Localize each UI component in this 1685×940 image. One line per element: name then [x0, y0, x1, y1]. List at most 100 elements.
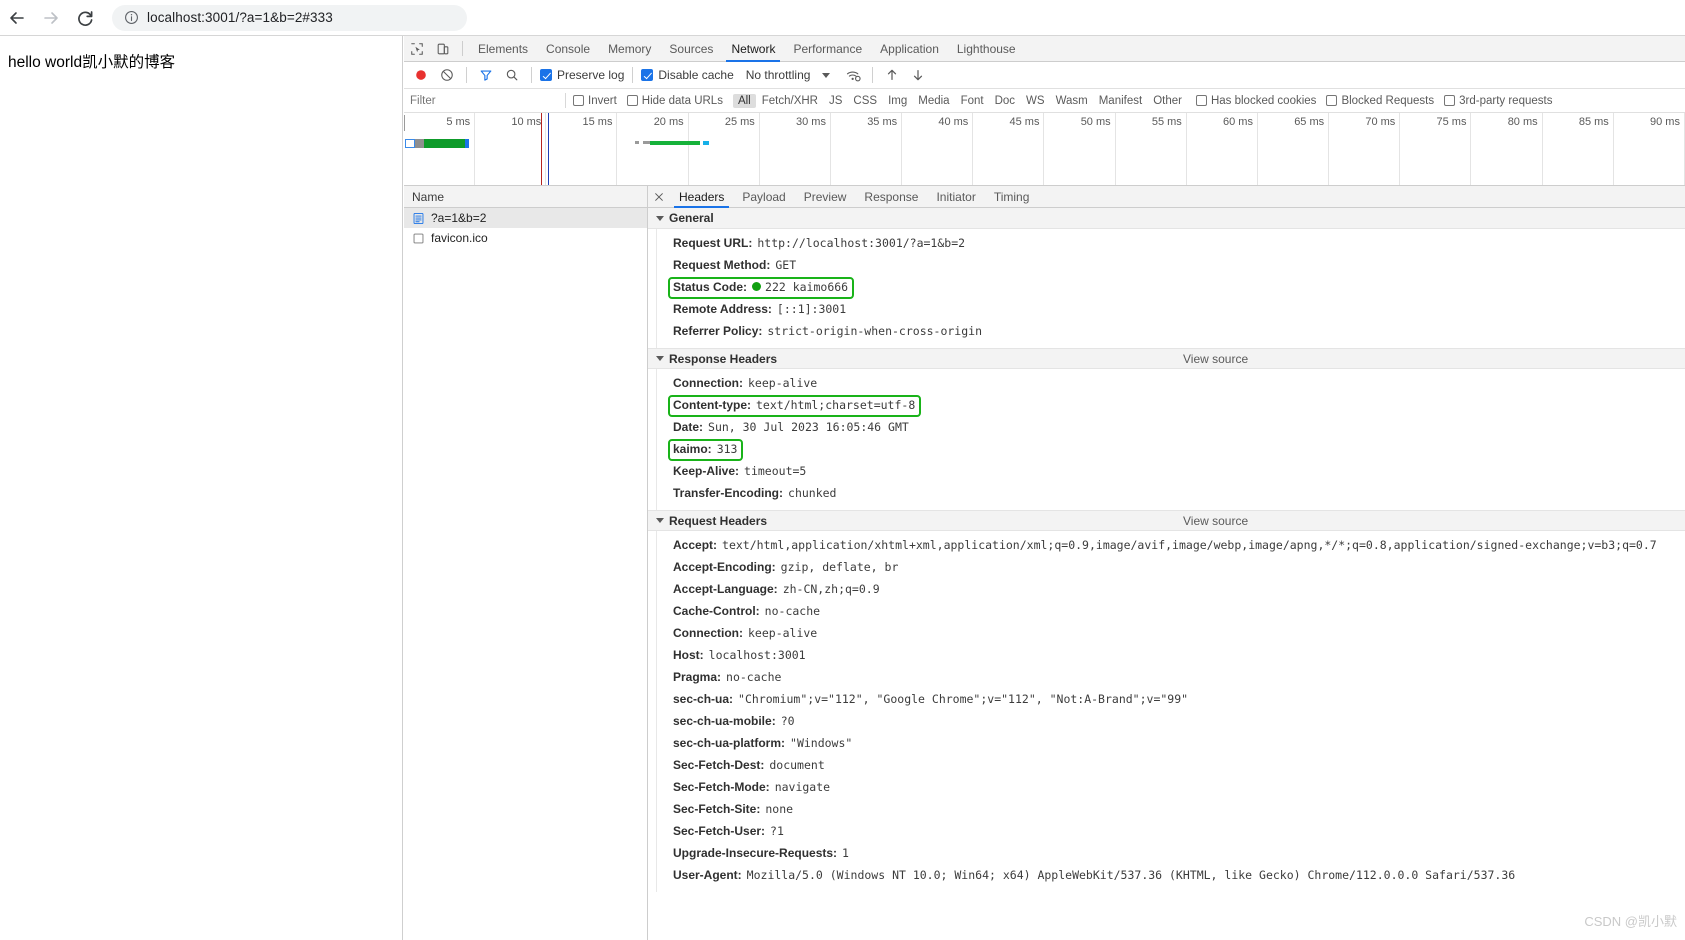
import-har-icon[interactable]	[879, 62, 905, 88]
chevron-down-icon	[656, 215, 664, 221]
header-row-inner: sec-ch-ua: "Chromium";v="112", "Google Ch…	[673, 692, 1188, 707]
chevron-down-icon[interactable]	[822, 72, 831, 78]
tab-memory-label: Memory	[608, 41, 652, 56]
generic-file-icon	[412, 232, 425, 245]
section-header-request-headers[interactable]: Request Headers View source	[648, 510, 1685, 531]
table-row[interactable]: ?a=1&b=2	[404, 208, 647, 228]
tab-application[interactable]: Application	[871, 36, 948, 61]
has-blocked-cookies-checkbox[interactable]: Has blocked cookies	[1195, 95, 1316, 107]
network-overview-timeline[interactable]: 5 ms 10 ms 15 ms 20 ms 25 ms 30 ms 35 ms 40 ms 4…	[404, 113, 1685, 186]
detail-tab-preview[interactable]: Preview	[795, 186, 856, 207]
preserve-log-label: Preserve log	[557, 68, 625, 82]
blocked-requests-checkbox[interactable]: Blocked Requests	[1326, 95, 1434, 107]
network-conditions-icon[interactable]	[840, 62, 866, 88]
header-value: Sun, 30 Jul 2023 16:05:46 GMT	[708, 419, 909, 434]
resource-type-all[interactable]: All	[732, 93, 756, 108]
request-list-header[interactable]: Name	[404, 186, 647, 208]
filter-icon[interactable]	[473, 62, 499, 88]
tab-elements[interactable]: Elements	[469, 36, 537, 61]
header-name: Request Method:	[673, 257, 771, 272]
view-source-response[interactable]: View source	[1183, 352, 1248, 366]
highlight-box: kaimo: 313	[667, 438, 744, 461]
header-value: keep-alive	[748, 625, 818, 640]
resource-type-img[interactable]: Img	[883, 94, 912, 108]
header-row-inner: Host: localhost:3001	[673, 648, 806, 663]
header-row-inner: Request Method: GET	[673, 258, 796, 273]
disable-cache-checkbox[interactable]: Disable cache	[639, 68, 735, 82]
section-header-response-headers[interactable]: Response Headers View source	[648, 348, 1685, 369]
header-row: Sec-Fetch-Mode: navigate	[657, 776, 1685, 798]
hide-data-urls-checkbox[interactable]: Hide data URLs	[626, 95, 723, 107]
resource-type-other[interactable]: Other	[1148, 94, 1187, 108]
has-blocked-cookies-box[interactable]	[1195, 95, 1207, 106]
filter-input[interactable]	[410, 94, 565, 107]
address-bar[interactable]: localhost:3001/?a=1&b=2#333	[112, 4, 467, 31]
forward-button[interactable]	[34, 1, 68, 35]
blocked-requests-box[interactable]	[1326, 95, 1338, 106]
resource-type-js[interactable]: JS	[824, 94, 847, 108]
third-party-requests-checkbox[interactable]: 3rd-party requests	[1444, 95, 1552, 107]
reload-button[interactable]	[68, 1, 102, 35]
header-value: navigate	[774, 779, 831, 794]
resource-type-doc[interactable]: Doc	[990, 94, 1020, 108]
invert-box[interactable]	[573, 95, 584, 106]
clear-icon[interactable]	[434, 62, 460, 88]
tab-memory[interactable]: Memory	[599, 36, 660, 61]
tab-network[interactable]: Network	[722, 36, 784, 62]
throttling-select[interactable]: No throttling	[746, 68, 811, 82]
tab-performance[interactable]: Performance	[784, 36, 871, 61]
header-row-inner: Accept-Encoding: gzip, deflate, br	[673, 560, 898, 575]
section-header-general[interactable]: General	[648, 208, 1685, 229]
resource-type-font[interactable]: Font	[956, 94, 989, 108]
timeline-tick-label: 40 ms	[938, 116, 969, 128]
resource-type-manifest[interactable]: Manifest	[1094, 94, 1147, 108]
chevron-down-icon	[656, 518, 664, 523]
preserve-log-checkbox[interactable]: Preserve log	[538, 68, 626, 82]
tab-sources[interactable]: Sources	[660, 36, 722, 61]
detail-tab-initiator[interactable]: Initiator	[927, 186, 984, 207]
header-name: Sec-Fetch-User:	[673, 823, 766, 838]
record-button[interactable]	[408, 62, 434, 88]
timeline-tick: 20 ms	[618, 113, 689, 185]
tab-lighthouse[interactable]: Lighthouse	[948, 36, 1025, 61]
site-information-icon[interactable]	[124, 10, 139, 25]
detail-tab-headers[interactable]: Headers	[670, 186, 733, 208]
close-icon[interactable]	[648, 186, 670, 207]
resource-type-wasm[interactable]: Wasm	[1051, 94, 1093, 108]
header-row: Pragma: no-cache	[657, 666, 1685, 688]
preserve-log-box[interactable]	[540, 69, 552, 81]
device-toolbar-icon[interactable]	[430, 36, 456, 61]
header-value: no-cache	[726, 669, 782, 684]
detail-tab-response[interactable]: Response	[855, 186, 927, 207]
export-har-icon[interactable]	[905, 62, 931, 88]
inspect-element-icon[interactable]	[404, 36, 430, 61]
control-divider-1	[466, 67, 467, 83]
hide-data-urls-box[interactable]	[626, 95, 638, 106]
search-icon[interactable]	[499, 62, 525, 88]
column-header-name: Name	[412, 189, 445, 204]
tab-console[interactable]: Console	[537, 36, 599, 61]
detail-tab-timing[interactable]: Timing	[985, 186, 1039, 207]
resource-type-fetch-xhr[interactable]: Fetch/XHR	[757, 94, 823, 108]
back-button[interactable]	[0, 1, 34, 35]
header-row-inner: Sec-Fetch-Site: none	[673, 802, 793, 817]
view-source-request[interactable]: View source	[1183, 514, 1248, 528]
third-party-box[interactable]	[1444, 95, 1456, 106]
timeline-tick-label: 25 ms	[724, 116, 755, 128]
disable-cache-box[interactable]	[641, 69, 654, 81]
invert-checkbox[interactable]: Invert	[573, 95, 617, 107]
header-name: Upgrade-Insecure-Requests:	[673, 845, 838, 860]
table-row[interactable]: favicon.ico	[404, 228, 647, 248]
watermark: CSDN @凯小默	[1584, 914, 1677, 929]
resource-type-media[interactable]: Media	[913, 94, 954, 108]
timeline-tick-label: 70 ms	[1365, 116, 1396, 128]
header-value: text/html,application/xhtml+xml,applicat…	[722, 537, 1657, 552]
resource-type-css[interactable]: CSS	[848, 94, 882, 108]
header-name: Transfer-Encoding:	[673, 485, 784, 500]
detail-tab-payload[interactable]: Payload	[733, 186, 794, 207]
resource-type-ws[interactable]: WS	[1021, 94, 1050, 108]
header-row: Referrer Policy: strict-origin-when-cross…	[657, 320, 1685, 342]
chevron-down-icon	[656, 356, 664, 361]
header-name: Referrer Policy:	[673, 323, 763, 338]
waterfall-bar-favicon	[635, 140, 709, 145]
